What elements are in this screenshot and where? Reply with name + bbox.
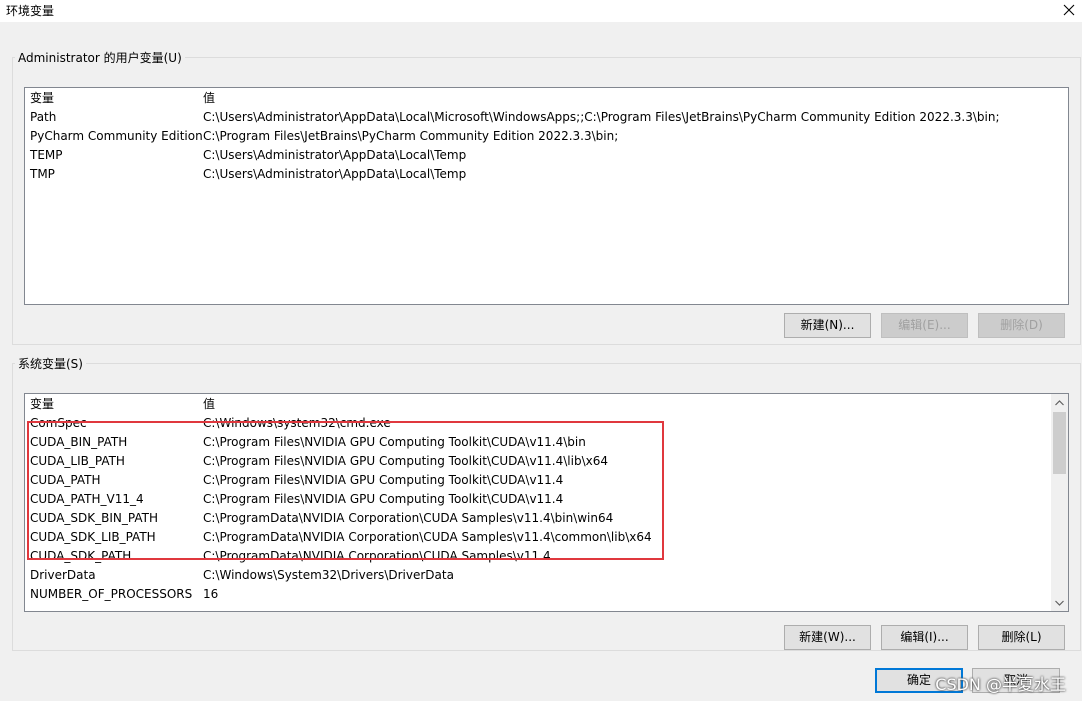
user-edit-button[interactable]: 编辑(E)... (881, 313, 968, 338)
table-row[interactable]: TMP C:\Users\Administrator\AppData\Local… (25, 165, 1068, 184)
vertical-scrollbar[interactable] (1051, 394, 1068, 611)
variable-value: C:\Windows\System32\Drivers\DriverData (203, 568, 454, 582)
variable-name: Path (30, 110, 57, 124)
variable-value: C:\Program Files\JetBrains\PyCharm Commu… (203, 129, 619, 143)
table-row[interactable]: Path C:\Users\Administrator\AppData\Loca… (25, 108, 1068, 127)
system-variables-title: 系统变量(S) (18, 357, 83, 371)
list-header: 变量 值 (25, 395, 1068, 414)
table-row[interactable]: DriverData C:\Windows\System32\Drivers\D… (25, 566, 1068, 585)
table-row[interactable]: NUMBER_OF_PROCESSORS 16 (25, 585, 1068, 604)
table-row[interactable]: TEMP C:\Users\Administrator\AppData\Loca… (25, 146, 1068, 165)
variable-name: TMP (30, 167, 55, 181)
column-header-name[interactable]: 变量 (30, 89, 54, 108)
watermark: CSDN @半夏水王 (935, 675, 1066, 694)
column-header-value[interactable]: 值 (203, 89, 215, 108)
column-header-name[interactable]: 变量 (30, 395, 54, 414)
variable-name: NUMBER_OF_PROCESSORS (30, 587, 193, 601)
variable-name: DriverData (30, 568, 96, 582)
scroll-down-button[interactable] (1051, 594, 1068, 611)
user-delete-button[interactable]: 删除(D) (978, 313, 1065, 338)
user-variables-title: Administrator 的用户变量(U) (18, 51, 182, 65)
variable-value: 16 (203, 587, 219, 601)
close-icon (1063, 4, 1075, 16)
variable-name: PyCharm Community Edition (30, 129, 203, 143)
user-new-button[interactable]: 新建(N)... (784, 313, 871, 338)
variable-name: TEMP (30, 148, 63, 162)
variable-value: C:\Users\Administrator\AppData\Local\Tem… (203, 167, 467, 181)
cuda-variables-highlight (27, 421, 664, 560)
system-delete-button[interactable]: 删除(L) (978, 625, 1065, 650)
system-edit-button[interactable]: 编辑(I)... (881, 625, 968, 650)
scroll-thumb[interactable] (1053, 412, 1066, 474)
list-header: 变量 值 (25, 89, 1068, 108)
close-button[interactable] (1056, 0, 1082, 20)
chevron-down-icon (1055, 600, 1064, 606)
scroll-up-button[interactable] (1051, 394, 1068, 411)
table-row[interactable]: PyCharm Community Edition C:\Program Fil… (25, 127, 1068, 146)
variable-value: C:\Users\Administrator\AppData\Local\Tem… (203, 148, 467, 162)
system-new-button[interactable]: 新建(W)... (784, 625, 871, 650)
title-bar: 环境变量 (0, 0, 1082, 22)
user-variables-group: Administrator 的用户变量(U) 变量 值 Path C:\User… (12, 49, 1081, 345)
column-header-value[interactable]: 值 (203, 395, 215, 414)
variable-value: C:\Users\Administrator\AppData\Local\Mic… (203, 110, 1000, 124)
user-variables-list[interactable]: 变量 值 Path C:\Users\Administrator\AppData… (24, 87, 1069, 305)
chevron-up-icon (1055, 399, 1064, 405)
window-title: 环境变量 (6, 4, 55, 18)
